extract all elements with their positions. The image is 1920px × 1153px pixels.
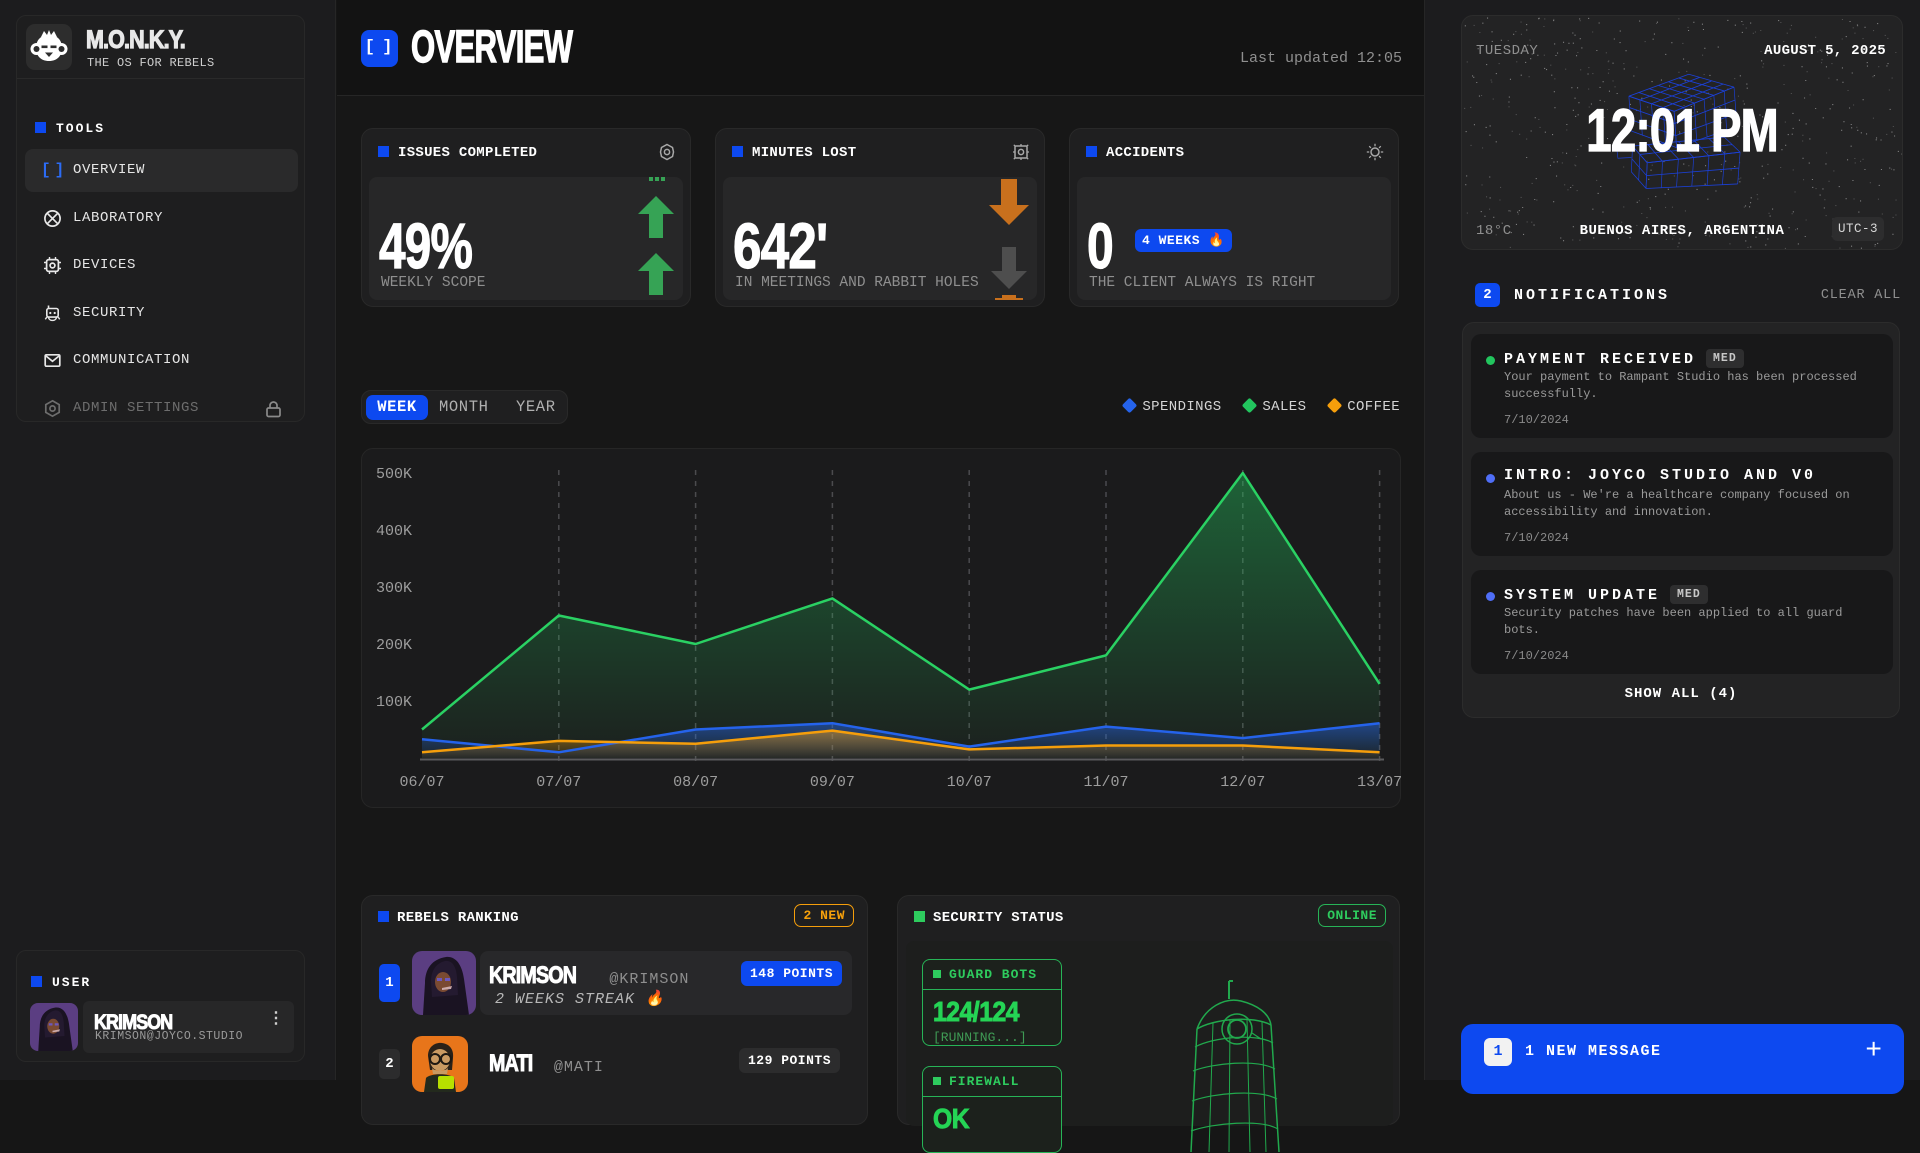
svg-text:100K: 100K: [376, 694, 412, 711]
svg-text:500K: 500K: [376, 466, 412, 483]
svg-text:300K: 300K: [376, 580, 412, 597]
svg-text:400K: 400K: [376, 523, 412, 540]
svg-text:07/07: 07/07: [536, 774, 581, 791]
svg-text:09/07: 09/07: [810, 774, 855, 791]
svg-text:06/07: 06/07: [399, 774, 444, 791]
svg-text:08/07: 08/07: [673, 774, 718, 791]
svg-text:10/07: 10/07: [947, 774, 992, 791]
svg-text:11/07: 11/07: [1083, 774, 1128, 791]
svg-text:13/07: 13/07: [1357, 774, 1402, 791]
svg-text:200K: 200K: [376, 637, 412, 654]
svg-text:12/07: 12/07: [1220, 774, 1265, 791]
